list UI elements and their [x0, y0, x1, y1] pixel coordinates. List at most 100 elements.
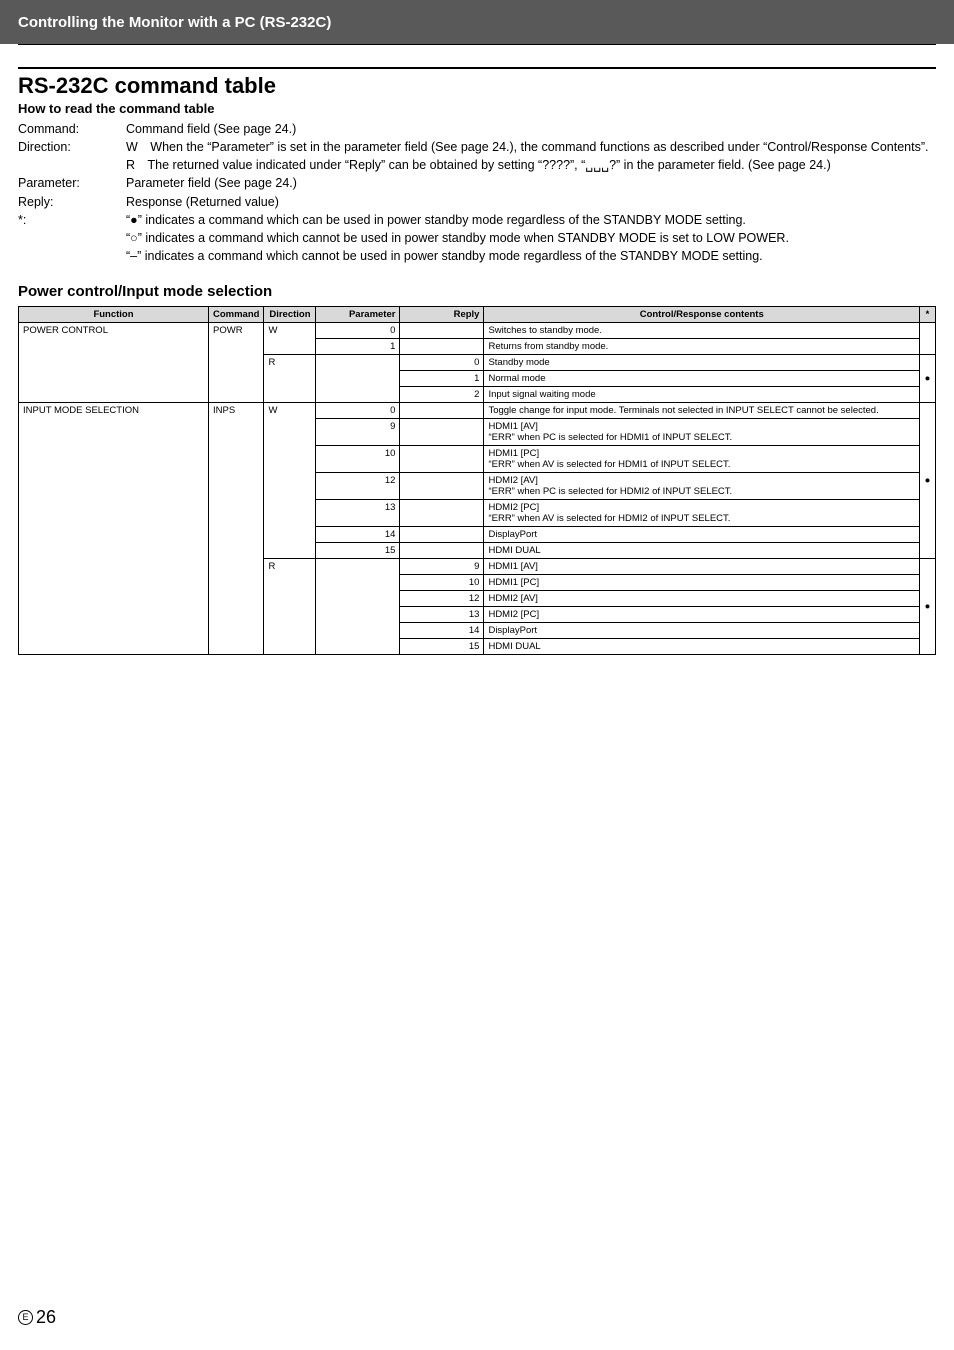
- cell-contents: HDMI2 [AV]: [484, 591, 920, 607]
- cell-contents: DisplayPort: [484, 527, 920, 543]
- cell-contents: HDMI DUAL: [484, 543, 920, 559]
- header-bar: Controlling the Monitor with a PC (RS-23…: [0, 0, 954, 44]
- command-table-head: Function Command Direction Parameter Rep…: [19, 307, 936, 323]
- howto-row: “–” indicates a command which cannot be …: [18, 247, 936, 265]
- cell-reply: 2: [400, 387, 484, 403]
- content: RS-232C command table How to read the co…: [0, 45, 954, 655]
- cell-parameter: [316, 355, 400, 403]
- cell-reply: 1: [400, 371, 484, 387]
- howto-key: [18, 229, 126, 247]
- th-contents: Control/Response contents: [484, 307, 920, 323]
- th-reply: Reply: [400, 307, 484, 323]
- cell-reply: [400, 473, 484, 500]
- cell-reply: [400, 339, 484, 355]
- page-number: 26: [36, 1307, 56, 1328]
- howto-value: Response (Returned value): [126, 193, 936, 211]
- howto-key: Parameter:: [18, 174, 126, 192]
- howto-row: Command:Command field (See page 24.): [18, 120, 936, 138]
- cell-reply: 0: [400, 355, 484, 371]
- cell-parameter: 14: [316, 527, 400, 543]
- cell-parameter: 13: [316, 500, 400, 527]
- cell-reply: [400, 446, 484, 473]
- th-command: Command: [209, 307, 264, 323]
- th-star: *: [920, 307, 936, 323]
- cell-command: POWR: [209, 323, 264, 403]
- cell-parameter: 0: [316, 323, 400, 339]
- cell-function: INPUT MODE SELECTION: [19, 403, 209, 655]
- page: Controlling the Monitor with a PC (RS-23…: [0, 0, 954, 1350]
- howto-key: [18, 156, 126, 174]
- cell-star: ●: [920, 559, 936, 655]
- cell-contents: DisplayPort: [484, 623, 920, 639]
- cell-contents: HDMI1 [PC]“ERR” when AV is selected for …: [484, 446, 920, 473]
- howto-row: R The returned value indicated under “Re…: [18, 156, 936, 174]
- cell-contents: Input signal waiting mode: [484, 387, 920, 403]
- section-title: RS-232C command table: [18, 73, 936, 99]
- howto-row: “○” indicates a command which cannot be …: [18, 229, 936, 247]
- cell-contents: Returns from standby mode.: [484, 339, 920, 355]
- howto-value: Parameter field (See page 24.): [126, 174, 936, 192]
- howto-key: *:: [18, 211, 126, 229]
- howto-value: W When the “Parameter” is set in the par…: [126, 138, 936, 156]
- cell-parameter: [316, 559, 400, 655]
- th-direction: Direction: [264, 307, 316, 323]
- cell-reply: 10: [400, 575, 484, 591]
- cell-reply: [400, 323, 484, 339]
- howto-key: Direction:: [18, 138, 126, 156]
- cell-reply: 12: [400, 591, 484, 607]
- howto-row: Parameter:Parameter field (See page 24.): [18, 174, 936, 192]
- howto-row: *:“●” indicates a command which can be u…: [18, 211, 936, 229]
- cell-reply: 13: [400, 607, 484, 623]
- cell-contents: HDMI1 [AV]“ERR” when PC is selected for …: [484, 419, 920, 446]
- howto-key: Reply:: [18, 193, 126, 211]
- th-parameter: Parameter: [316, 307, 400, 323]
- cell-star: ●: [920, 403, 936, 559]
- section-rule: [18, 67, 936, 69]
- command-table-body: POWER CONTROLPOWRW0Switches to standby m…: [19, 323, 936, 655]
- cell-star: [920, 323, 936, 355]
- cell-contents: Switches to standby mode.: [484, 323, 920, 339]
- cell-contents: Normal mode: [484, 371, 920, 387]
- cell-contents: HDMI2 [AV]“ERR” when PC is selected for …: [484, 473, 920, 500]
- cell-parameter: 9: [316, 419, 400, 446]
- cell-reply: 9: [400, 559, 484, 575]
- cell-contents: HDMI1 [AV]: [484, 559, 920, 575]
- howto-value: “○” indicates a command which cannot be …: [126, 229, 936, 247]
- cell-contents: Toggle change for input mode. Terminals …: [484, 403, 920, 419]
- cell-reply: 15: [400, 639, 484, 655]
- cell-contents: HDMI2 [PC]: [484, 607, 920, 623]
- cell-reply: 14: [400, 623, 484, 639]
- table-row: POWER CONTROLPOWRW0Switches to standby m…: [19, 323, 936, 339]
- cell-parameter: 15: [316, 543, 400, 559]
- howto-value: R The returned value indicated under “Re…: [126, 156, 936, 174]
- th-function: Function: [19, 307, 209, 323]
- cell-parameter: 10: [316, 446, 400, 473]
- cell-contents: HDMI2 [PC]“ERR” when AV is selected for …: [484, 500, 920, 527]
- cell-command: INPS: [209, 403, 264, 655]
- cell-direction: W: [264, 403, 316, 559]
- cell-direction: R: [264, 559, 316, 655]
- cell-function: POWER CONTROL: [19, 323, 209, 403]
- cell-reply: [400, 419, 484, 446]
- cell-reply: [400, 543, 484, 559]
- howto-value: “–” indicates a command which cannot be …: [126, 247, 936, 265]
- cell-parameter: 1: [316, 339, 400, 355]
- cell-parameter: 12: [316, 473, 400, 500]
- cell-parameter: 0: [316, 403, 400, 419]
- pmc-heading: Power control/Input mode selection: [18, 283, 936, 300]
- howto-value: Command field (See page 24.): [126, 120, 936, 138]
- howto-key: [18, 247, 126, 265]
- cell-reply: [400, 403, 484, 419]
- cell-direction: W: [264, 323, 316, 355]
- cell-star: ●: [920, 355, 936, 403]
- cell-contents: HDMI DUAL: [484, 639, 920, 655]
- howto-list: Command:Command field (See page 24.)Dire…: [18, 120, 936, 265]
- table-row: INPUT MODE SELECTIONINPSW0Toggle change …: [19, 403, 936, 419]
- howto-row: Direction:W When the “Parameter” is set …: [18, 138, 936, 156]
- howto-row: Reply:Response (Returned value): [18, 193, 936, 211]
- command-table: Function Command Direction Parameter Rep…: [18, 306, 936, 655]
- howto-value: “●” indicates a command which can be use…: [126, 211, 936, 229]
- howto-heading: How to read the command table: [18, 101, 936, 116]
- lang-badge: E: [18, 1310, 33, 1325]
- cell-reply: [400, 500, 484, 527]
